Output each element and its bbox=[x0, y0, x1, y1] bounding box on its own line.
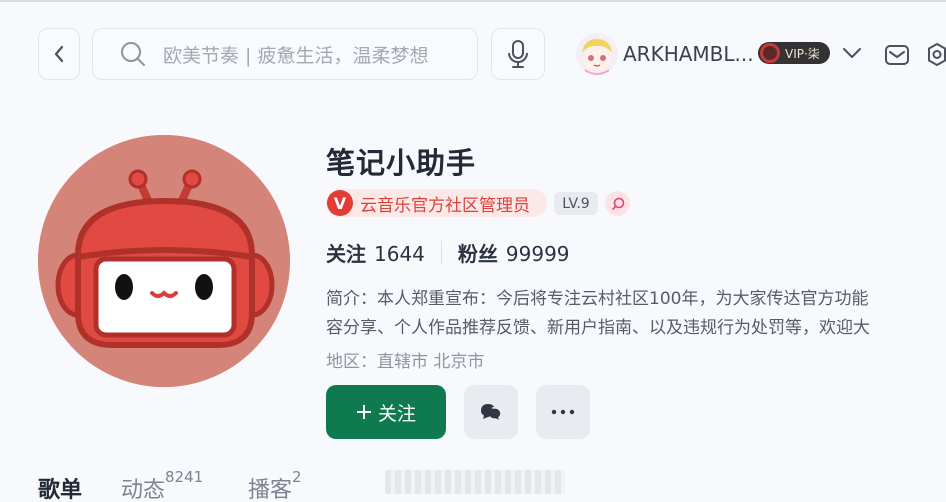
robot-mascot-image bbox=[38, 135, 290, 387]
followers-stat[interactable]: 粉丝 99999 bbox=[458, 238, 570, 267]
vip-label: VIP·柒 bbox=[785, 46, 820, 61]
followers-count: 99999 bbox=[505, 242, 570, 266]
more-options-button[interactable] bbox=[536, 385, 590, 439]
tab-label: 歌单 bbox=[38, 478, 83, 502]
follow-button-label: 关注 bbox=[377, 402, 416, 425]
chevron-down-icon[interactable] bbox=[841, 46, 863, 60]
profile-intro: 简介：本人郑重宣布：今后将专注云村社区100年，为大家传达官方功能 容分享、个人… bbox=[326, 285, 946, 343]
settings-icon[interactable] bbox=[928, 41, 946, 69]
plus-icon bbox=[356, 405, 371, 419]
tab-label: 动态 bbox=[121, 478, 166, 502]
more-dots-icon bbox=[551, 409, 575, 415]
mail-icon[interactable] bbox=[884, 43, 910, 67]
intro-line-1: 简介：本人郑重宣布：今后将专注云村社区100年，为大家传达官方功能 bbox=[326, 289, 869, 309]
chevron-left-icon bbox=[54, 45, 64, 63]
level-badge[interactable]: LV.9 bbox=[554, 192, 598, 215]
following-stat[interactable]: 关注 1644 bbox=[326, 238, 425, 267]
search-placeholder: 欧美节奏 | 疲惫生活，温柔梦想 bbox=[163, 44, 429, 67]
obscured-tab-area bbox=[385, 470, 565, 494]
tab-podcasts[interactable]: 播客2 bbox=[248, 468, 302, 502]
message-button[interactable] bbox=[464, 385, 518, 439]
voice-search-button[interactable] bbox=[491, 28, 545, 80]
vinyl-disc-icon bbox=[760, 43, 780, 63]
verified-v-icon: V bbox=[327, 190, 353, 216]
window-top-border bbox=[0, 0, 946, 2]
tab-moments[interactable]: 动态8241 bbox=[121, 468, 203, 502]
profile-name: 笔记小助手 bbox=[326, 146, 477, 180]
tab-label: 播客 bbox=[248, 478, 293, 502]
tab-count: 8241 bbox=[165, 468, 204, 486]
following-label: 关注 bbox=[326, 242, 366, 266]
search-input[interactable]: 欧美节奏 | 疲惫生活，温柔梦想 bbox=[92, 28, 478, 80]
search-icon bbox=[121, 42, 145, 66]
user-avatar-image bbox=[576, 33, 618, 75]
follow-button[interactable]: 关注 bbox=[326, 385, 446, 439]
chat-bubble-icon bbox=[611, 197, 624, 210]
profile-stats: 关注 1644 粉丝 99999 bbox=[326, 238, 570, 267]
following-count: 1644 bbox=[374, 242, 425, 266]
stats-divider bbox=[440, 240, 442, 265]
vip-badge[interactable]: VIP·柒 bbox=[758, 42, 830, 64]
profile-avatar bbox=[38, 135, 290, 387]
back-button[interactable] bbox=[38, 28, 80, 80]
admin-badge[interactable]: V 云音乐官方社区管理员 bbox=[326, 189, 547, 217]
pink-badge[interactable] bbox=[605, 191, 630, 216]
profile-region: 地区：直辖市 北京市 bbox=[326, 352, 485, 372]
username[interactable]: ARKHAMBL... bbox=[623, 42, 754, 66]
followers-label: 粉丝 bbox=[457, 242, 498, 266]
admin-badge-label: 云音乐官方社区管理员 bbox=[360, 195, 530, 216]
intro-line-2: 容分享、个人作品推荐反馈、新用户指南、以及违规行为处罚等，欢迎大 bbox=[326, 318, 870, 338]
tab-playlists[interactable]: 歌单 bbox=[38, 472, 82, 502]
message-bubbles-icon bbox=[481, 404, 502, 423]
microphone-icon bbox=[508, 40, 528, 68]
tab-count: 2 bbox=[292, 468, 302, 486]
user-avatar[interactable] bbox=[576, 33, 618, 75]
